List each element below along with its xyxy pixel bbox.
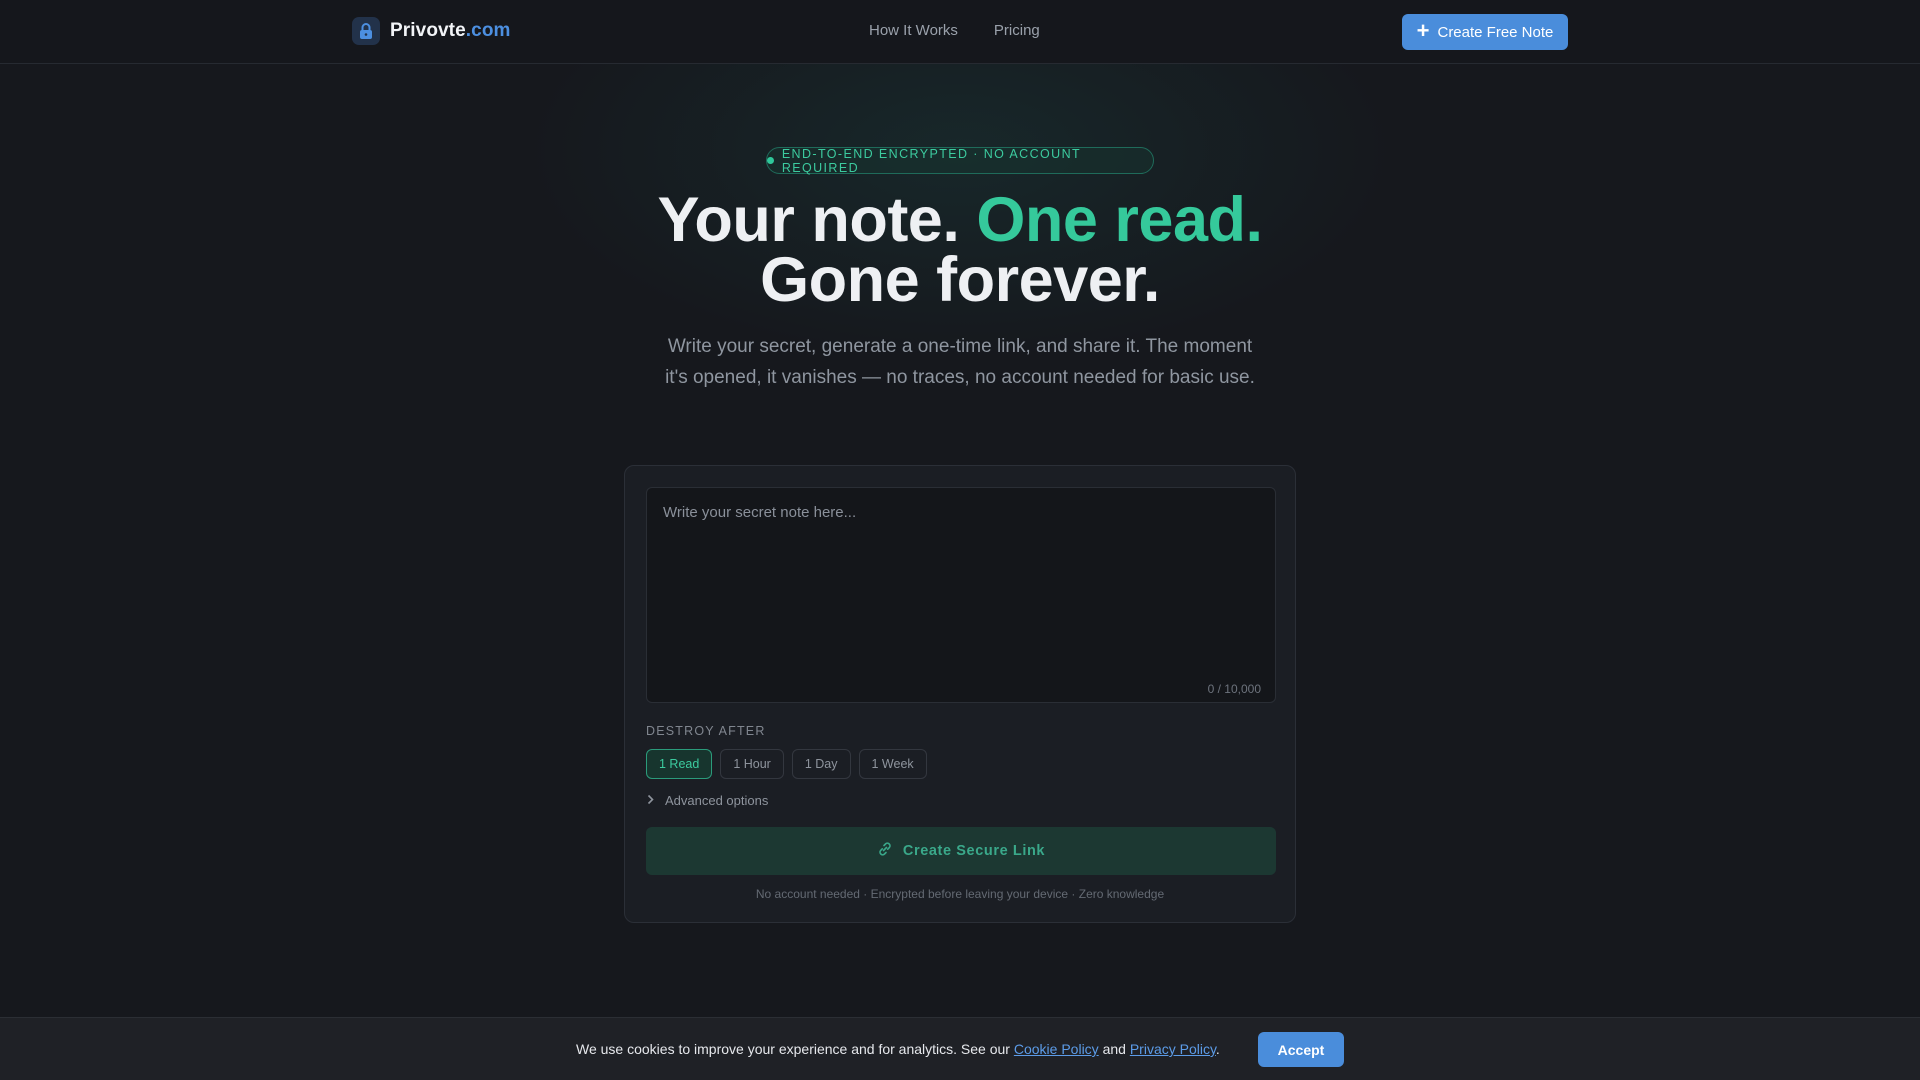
create-secure-link-button[interactable]: Create Secure Link	[646, 827, 1276, 875]
encryption-badge: END-TO-END ENCRYPTED · NO ACCOUNT REQUIR…	[766, 146, 1154, 175]
advanced-options-toggle[interactable]: Advanced options	[646, 793, 768, 808]
secret-note-input[interactable]	[647, 488, 1275, 702]
destroy-option-1-day[interactable]: 1 Day	[791, 749, 851, 779]
security-footnote: No account needed · Encrypted before lea…	[755, 887, 1165, 901]
chevron-right-icon	[646, 793, 655, 808]
nav-link-pricing[interactable]: Pricing	[994, 22, 1040, 39]
note-input-container: 0 / 10,000	[646, 487, 1276, 703]
advanced-options-label: Advanced options	[665, 793, 769, 808]
nav-link-how-it-works[interactable]: How It Works	[869, 22, 958, 39]
cookie-text-end: .	[1215, 1041, 1220, 1057]
cookie-consent-bar: We use cookies to improve your experienc…	[0, 1017, 1920, 1080]
status-dot-icon	[767, 157, 774, 164]
create-free-note-label: Create Free Note	[1437, 23, 1554, 41]
brand-name: Privovte.com	[390, 20, 511, 41]
brand-logo[interactable]: Privovte.com	[352, 17, 511, 45]
badge-text: END-TO-END ENCRYPTED · NO ACCOUNT REQUIR…	[781, 146, 1081, 175]
cookie-policy-link[interactable]: Cookie Policy	[1014, 1041, 1099, 1057]
top-navigation-bar: Privovte.com How It Works Pricing + Crea…	[0, 0, 1920, 64]
cookie-text-before: We use cookies to improve your experienc…	[576, 1041, 1014, 1057]
brand-tld: .com	[465, 20, 511, 41]
note-composer-card: 0 / 10,000 DESTROY AFTER 1 Read 1 Hour 1…	[624, 465, 1296, 923]
link-icon	[877, 841, 893, 861]
destroy-option-1-hour[interactable]: 1 Hour	[720, 749, 784, 779]
plus-icon: +	[1416, 18, 1430, 43]
destroy-option-1-read[interactable]: 1 Read	[646, 749, 713, 779]
privacy-policy-link[interactable]: Privacy Policy	[1130, 1041, 1216, 1057]
hero-headline: Your note. One read. Gone forever.	[560, 189, 1360, 312]
hero-subtext: Write your secret, generate a one-time l…	[665, 336, 1255, 388]
main-nav: How It Works Pricing	[869, 22, 1040, 39]
destroy-after-label: DESTROY AFTER	[646, 724, 766, 738]
lock-icon	[352, 17, 380, 45]
cookie-text-and: and	[1098, 1041, 1130, 1057]
cookie-message: We use cookies to improve your experienc…	[576, 1041, 1220, 1057]
create-free-note-button[interactable]: + Create Free Note	[1402, 14, 1568, 50]
accept-cookies-button[interactable]: Accept	[1258, 1032, 1344, 1067]
headline-line2: Gone forever.	[760, 245, 1160, 315]
create-secure-link-label: Create Secure Link	[902, 843, 1046, 859]
destroy-after-options: 1 Read 1 Hour 1 Day 1 Week	[646, 749, 927, 779]
destroy-option-1-week[interactable]: 1 Week	[858, 749, 927, 779]
character-counter: 0 / 10,000	[1207, 682, 1261, 696]
